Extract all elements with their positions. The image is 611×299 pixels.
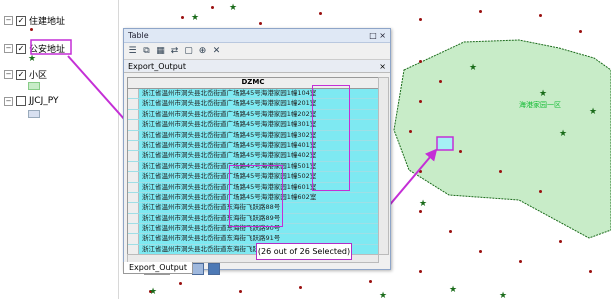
table-tab-title: Export_Output xyxy=(128,61,186,71)
switch-selection-icon[interactable]: ⇄ xyxy=(169,46,180,57)
address-point[interactable] xyxy=(439,80,442,83)
address-point[interactable] xyxy=(589,270,592,273)
row-header[interactable] xyxy=(128,151,139,161)
address-point[interactable] xyxy=(499,170,502,173)
table-tab-header: Export_Output × xyxy=(124,60,390,73)
close-icon[interactable]: × xyxy=(379,62,386,71)
address-point[interactable] xyxy=(479,10,482,13)
layer-label: 小区 xyxy=(29,71,48,81)
row-header[interactable] xyxy=(128,182,139,192)
table-options-icon[interactable]: ☰ xyxy=(127,46,138,57)
police-point-star-icon[interactable]: ★ xyxy=(559,130,567,139)
collapse-icon[interactable]: − xyxy=(4,44,13,53)
selected-feature-box[interactable] xyxy=(436,136,454,151)
address-point[interactable] xyxy=(539,190,542,193)
row-header[interactable] xyxy=(128,130,139,140)
row-header[interactable] xyxy=(128,203,139,213)
address-point[interactable] xyxy=(179,282,182,285)
address-point[interactable] xyxy=(419,270,422,273)
point-symbol-icon xyxy=(30,28,33,31)
address-point[interactable] xyxy=(579,30,582,33)
row-header[interactable] xyxy=(128,99,139,109)
address-point[interactable] xyxy=(211,6,214,9)
table-of-contents: − ✓ 住建地址 − ✓ 公安地址 ★ − ✓ 小区 − JJCJ_PY xyxy=(0,0,119,299)
police-point-star-icon[interactable]: ★ xyxy=(379,292,387,299)
layer-checkbox[interactable]: ✓ xyxy=(16,69,26,80)
window-titlebar[interactable]: Table □ × xyxy=(124,29,390,43)
toc-layer-residence[interactable]: − ✓ 住建地址 xyxy=(4,14,65,27)
address-point[interactable] xyxy=(479,250,482,253)
row-header[interactable] xyxy=(128,161,139,172)
zoom-to-selected-icon[interactable]: ⊕ xyxy=(197,46,208,57)
polygon-label: 海港家园一区 xyxy=(519,101,561,109)
vertical-scrollbar[interactable] xyxy=(378,77,389,255)
collapse-icon[interactable]: − xyxy=(4,96,13,106)
selection-status: (26 out of 26 Selected) xyxy=(256,243,352,260)
address-point[interactable] xyxy=(259,22,262,25)
collapse-icon[interactable]: − xyxy=(4,70,13,79)
street-highlight-box xyxy=(229,165,283,227)
toc-layer-jjcj[interactable]: − JJCJ_PY xyxy=(4,96,58,106)
window-title: Table xyxy=(128,31,149,40)
address-point[interactable] xyxy=(181,16,184,19)
address-point[interactable] xyxy=(419,210,422,213)
police-point-star-icon[interactable]: ★ xyxy=(589,108,597,117)
select-by-attributes-icon[interactable]: ▦ xyxy=(155,46,166,57)
row-header[interactable] xyxy=(128,192,139,203)
row-header[interactable] xyxy=(128,224,139,234)
collapse-icon[interactable]: − xyxy=(4,16,13,25)
police-point-star-icon[interactable]: ★ xyxy=(419,200,427,209)
show-selected-records-button[interactable] xyxy=(207,263,220,275)
address-point[interactable] xyxy=(459,150,462,153)
address-point[interactable] xyxy=(409,130,412,133)
show-all-records-button[interactable] xyxy=(191,263,204,275)
address-point[interactable] xyxy=(449,230,452,233)
address-point[interactable] xyxy=(419,170,422,173)
clear-selection-icon[interactable]: ▢ xyxy=(183,46,194,57)
row-header[interactable] xyxy=(128,109,139,120)
address-point[interactable] xyxy=(319,12,322,15)
address-point[interactable] xyxy=(539,14,542,17)
address-point[interactable] xyxy=(419,18,422,21)
layer-checkbox[interactable]: ✓ xyxy=(16,43,26,54)
police-point-star-icon[interactable]: ★ xyxy=(191,14,199,23)
police-point-star-icon[interactable]: ★ xyxy=(229,4,237,13)
layer-label: 住建地址 xyxy=(29,17,66,27)
polygon-symbol-icon xyxy=(28,82,40,90)
police-point-star-icon[interactable]: ★ xyxy=(499,292,507,299)
related-tables-icon[interactable]: ⧉ xyxy=(141,46,152,57)
police-point-star-icon[interactable]: ★ xyxy=(449,286,457,295)
police-point-star-icon[interactable]: ★ xyxy=(149,288,157,297)
layer-checkbox[interactable]: ✓ xyxy=(16,15,26,26)
layer-checkbox[interactable] xyxy=(16,96,26,106)
table-toolbar: ☰ ⧉ ▦ ⇄ ▢ ⊕ ✕ xyxy=(124,43,390,60)
row-header[interactable] xyxy=(128,213,139,224)
row-header[interactable] xyxy=(128,234,139,244)
bottom-tab-export-output[interactable]: Export_Output xyxy=(123,262,193,274)
attribute-table-window[interactable]: Table □ × ☰ ⧉ ▦ ⇄ ▢ ⊕ ✕ Export_Output × … xyxy=(123,28,391,275)
unit-highlight-box xyxy=(312,85,350,191)
toc-layer-community[interactable]: − ✓ 小区 xyxy=(4,68,47,81)
row-header[interactable] xyxy=(128,172,139,182)
address-point[interactable] xyxy=(299,286,302,289)
row-header[interactable] xyxy=(128,140,139,151)
police-point-star-icon[interactable]: ★ xyxy=(539,90,547,99)
address-point[interactable] xyxy=(369,280,372,283)
police-point-star-icon[interactable]: ★ xyxy=(469,64,477,73)
address-point[interactable] xyxy=(559,240,562,243)
address-point[interactable] xyxy=(239,290,242,293)
window-controls[interactable]: □ × xyxy=(369,31,386,40)
row-header[interactable] xyxy=(128,244,139,254)
address-point[interactable] xyxy=(419,60,422,63)
row-header[interactable] xyxy=(128,120,139,130)
star-symbol-icon: ★ xyxy=(28,54,37,64)
address-point[interactable] xyxy=(519,260,522,263)
delete-selected-icon[interactable]: ✕ xyxy=(211,46,222,57)
polygon-symbol-icon xyxy=(28,110,40,118)
row-header[interactable] xyxy=(128,89,139,99)
address-point[interactable] xyxy=(419,100,422,103)
layer-label: JJCJ_PY xyxy=(29,96,59,106)
